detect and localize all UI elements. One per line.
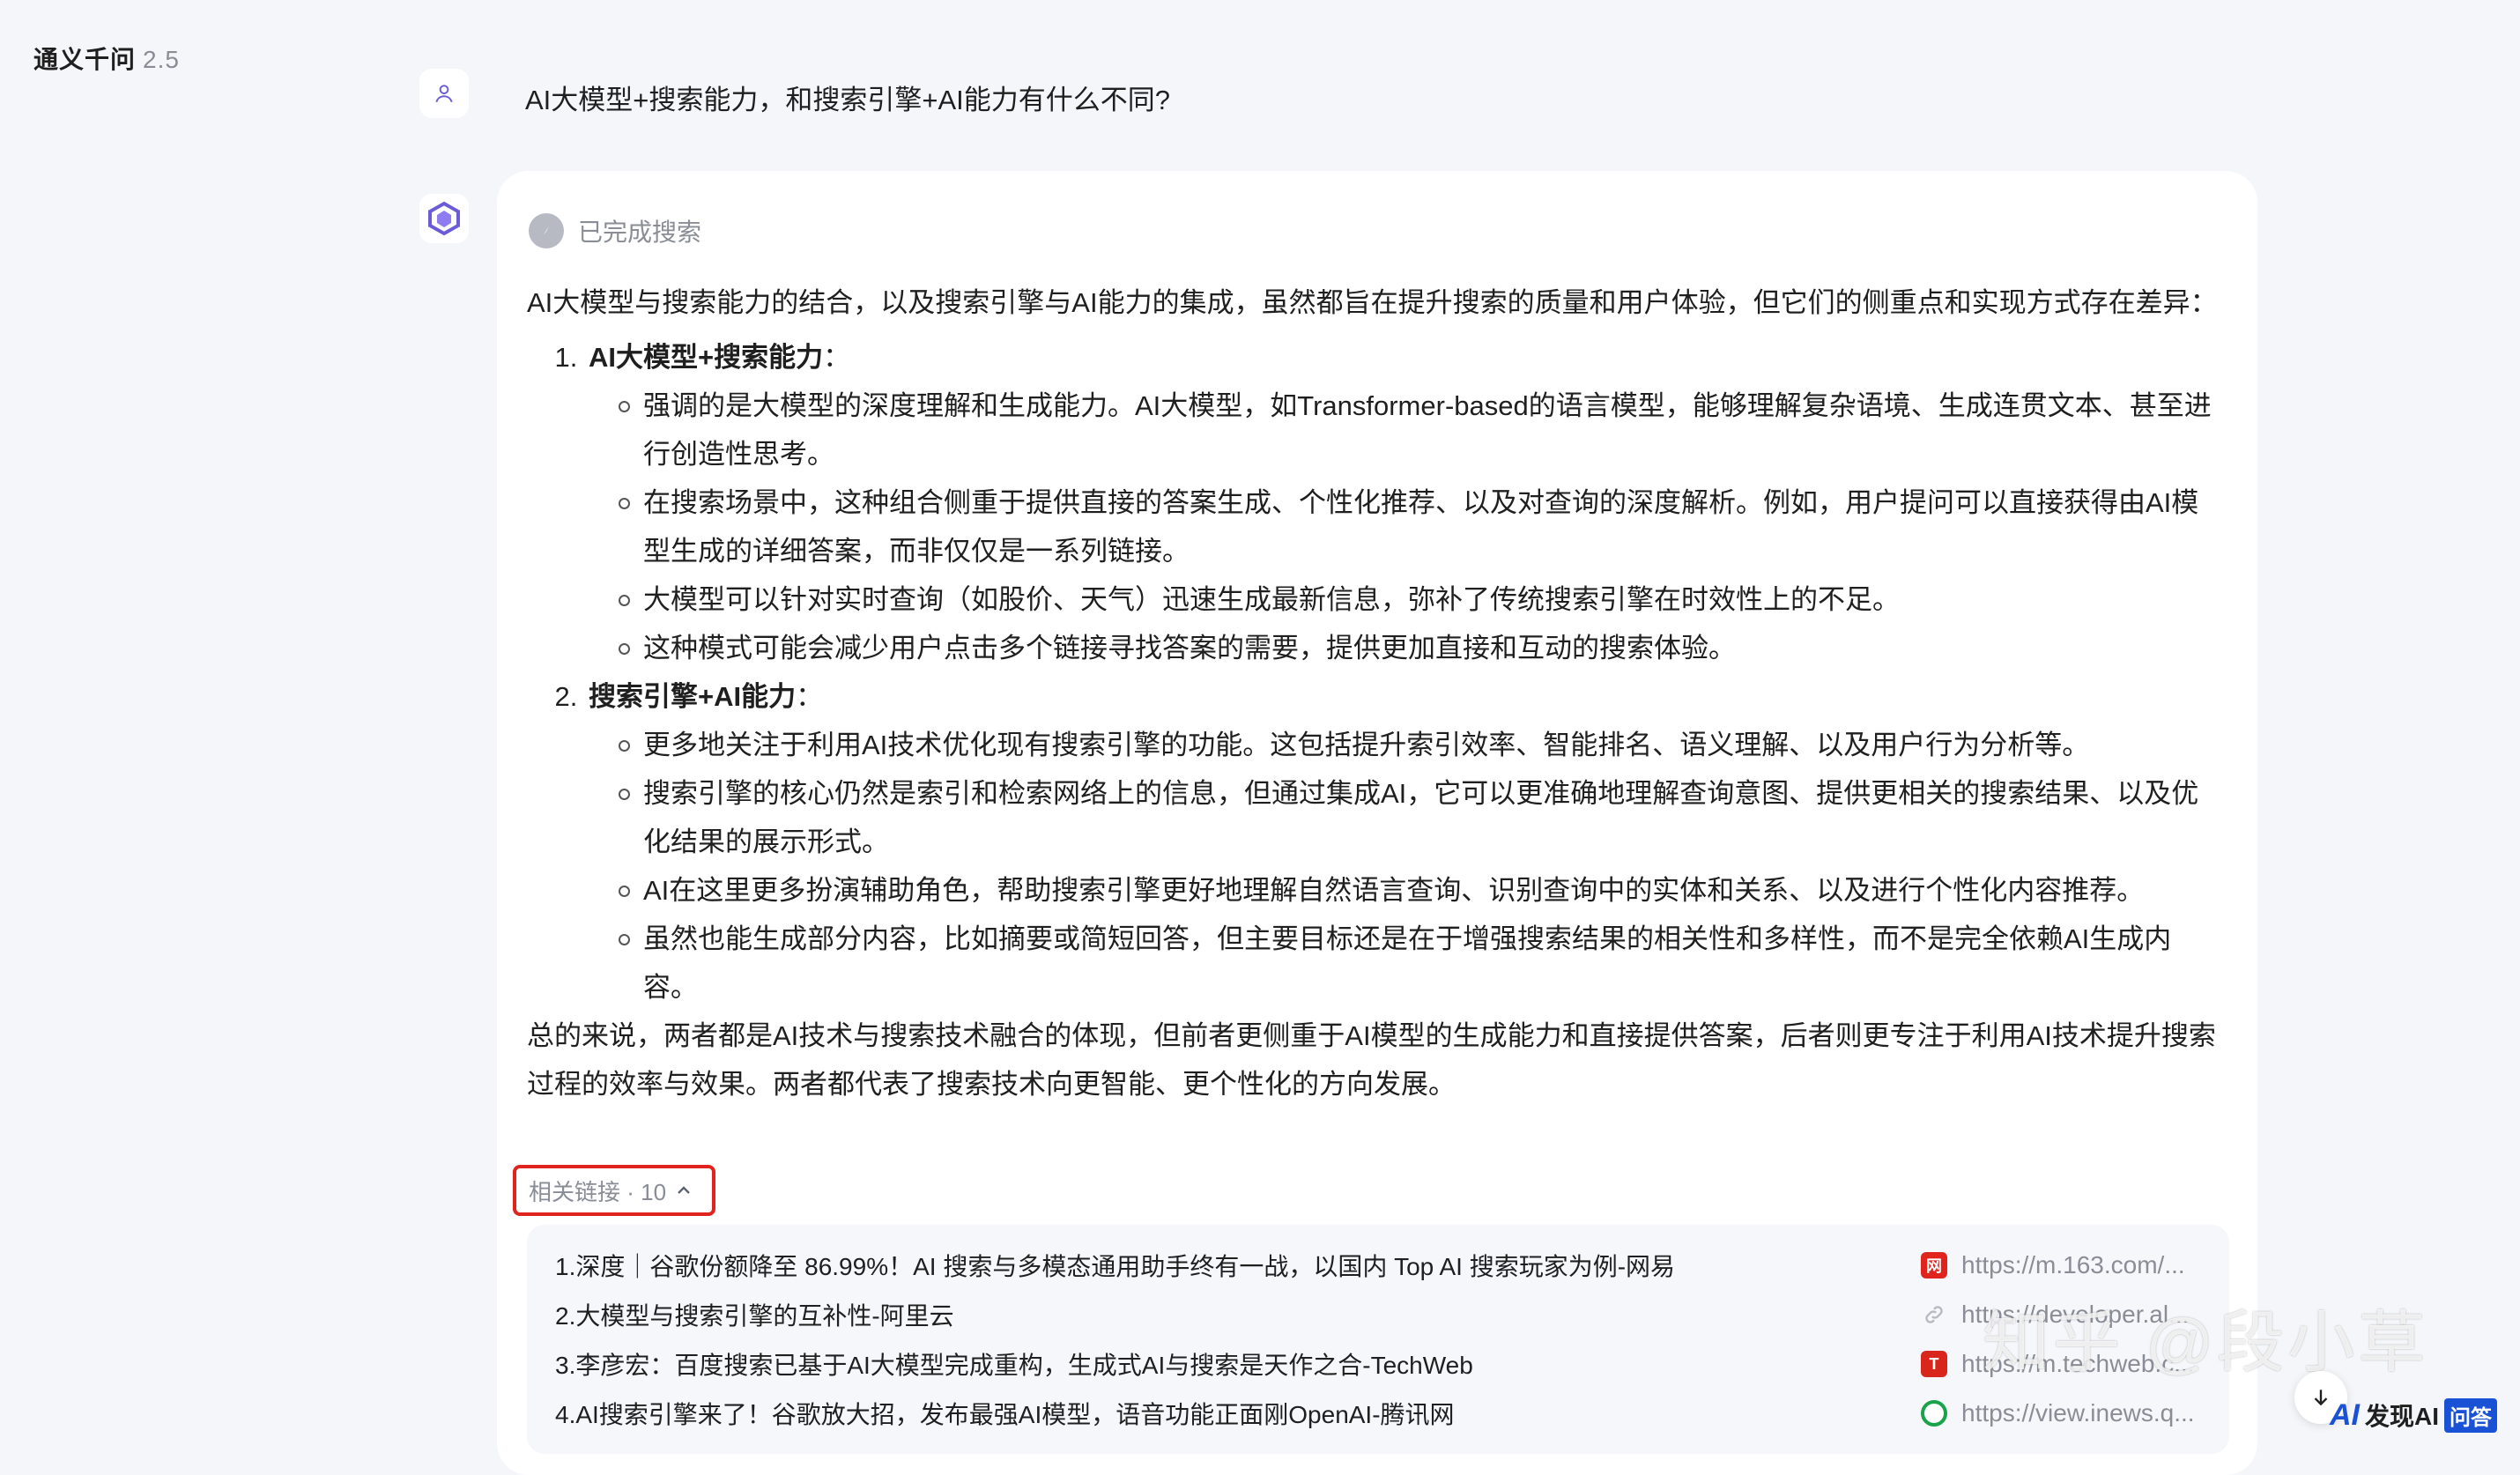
app-brand: 通义千问 2.5	[33, 41, 180, 76]
logo-tag: 问答	[2444, 1397, 2498, 1433]
section-heading: AI大模型+搜索能力	[589, 342, 824, 373]
answer-section: 搜索引擎+AI能力： 更多地关注于利用AI技术优化现有搜索引擎的功能。这包括提升…	[585, 672, 2222, 1012]
logo-text: 发现AI	[2365, 1403, 2440, 1430]
related-links-toggle[interactable]: 相关链接 · 10	[513, 1165, 715, 1216]
user-icon	[435, 85, 453, 103]
section-heading: 搜索引擎+AI能力	[589, 681, 797, 712]
bullet-item: 更多地关注于利用AI技术优化现有搜索引擎的功能。这包括提升索引效率、智能排名、语…	[619, 721, 2222, 769]
section-colon: ：	[796, 681, 824, 712]
related-link-item[interactable]: 2.大模型与搜索引擎的互补性-阿里云 https://developer.al.…	[555, 1290, 2212, 1339]
app-name: 通义千问	[33, 46, 137, 73]
related-link-title: 3.李彦宏：百度搜索已基于AI大模型完成重构，生成式AI与搜索是天作之合-Tec…	[555, 1352, 1473, 1379]
tencent-news-icon	[1921, 1400, 1947, 1427]
related-link-item[interactable]: 3.李彦宏：百度搜索已基于AI大模型完成重构，生成式AI与搜索是天作之合-Tec…	[555, 1339, 2212, 1389]
related-link-source: 网 https://m.163.com/...	[1921, 1251, 2212, 1279]
logo-ai-mark: AI	[2330, 1397, 2360, 1432]
user-avatar	[419, 69, 469, 118]
app-version: 2.5	[143, 46, 180, 73]
section-bullets: 更多地关注于利用AI技术优化现有搜索引擎的功能。这包括提升索引效率、智能排名、语…	[589, 721, 2222, 1012]
related-link-item[interactable]: 1.深度｜谷歌份额降至 86.99%！AI 搜索与多模态通用助手终有一战，以国内…	[555, 1241, 2212, 1290]
chevron-up-icon	[678, 1186, 690, 1194]
answer-intro: AI大模型与搜索能力的结合，以及搜索引擎与AI能力的集成，虽然都旨在提升搜索的质…	[527, 287, 2218, 318]
techweb-icon: T	[1921, 1351, 1947, 1377]
bullet-item: 这种模式可能会减少用户点击多个链接寻找答案的需要，提供更加直接和互动的搜索体验。	[619, 624, 2222, 672]
user-question: AI大模型+搜索能力，和搜索引擎+AI能力有什么不同?	[525, 85, 1171, 115]
related-link-url: https://view.inews.q...	[1961, 1399, 2195, 1427]
bullet-item: 虽然也能生成部分内容，比如摘要或简短回答，但主要目标还是在于增强搜索结果的相关性…	[619, 915, 2222, 1012]
link-icon	[1921, 1301, 1947, 1328]
answer-summary: 总的来说，两者都是AI技术与搜索技术融合的体现，但前者更侧重于AI模型的生成能力…	[527, 1020, 2216, 1100]
bullet-item: 在搜索场景中，这种组合侧重于提供直接的答案生成、个性化推荐、以及对查询的深度解析…	[619, 478, 2222, 575]
related-links-label: 相关链接 · 10	[529, 1178, 667, 1205]
compass-icon	[529, 213, 564, 248]
related-link-source: https://view.inews.q...	[1921, 1399, 2212, 1427]
bullet-item: 搜索引擎的核心仍然是索引和检索网络上的信息，但通过集成AI，它可以更准确地理解查…	[619, 769, 2222, 866]
search-status: 已完成搜索	[529, 213, 701, 248]
tongyi-logo-icon	[428, 201, 460, 236]
assistant-avatar	[419, 194, 469, 243]
netease-icon: 网	[1921, 1252, 1947, 1279]
answer-content: AI大模型与搜索能力的结合，以及搜索引擎与AI能力的集成，虽然都旨在提升搜索的质…	[527, 278, 2222, 1108]
answer-sections: AI大模型+搜索能力： 强调的是大模型的深度理解和生成能力。AI大模型，如Tra…	[527, 333, 2222, 1012]
related-links-panel: 1.深度｜谷歌份额降至 86.99%！AI 搜索与多模态通用助手终有一战，以国内…	[527, 1225, 2229, 1454]
watermark: 知乎 @段小草	[1983, 1306, 2429, 1381]
bullet-item: AI在这里更多扮演辅助角色，帮助搜索引擎更好地理解自然语言查询、识别查询中的实体…	[619, 866, 2222, 915]
related-link-title: 2.大模型与搜索引擎的互补性-阿里云	[555, 1302, 954, 1330]
bullet-item: 强调的是大模型的深度理解和生成能力。AI大模型，如Transformer-bas…	[619, 382, 2222, 478]
related-link-item[interactable]: 4.AI搜索引擎来了！谷歌放大招，发布最强AI模型，语音功能正面刚OpenAI-…	[555, 1389, 2212, 1438]
related-link-title: 1.深度｜谷歌份额降至 86.99%！AI 搜索与多模态通用助手终有一战，以国内…	[555, 1253, 1676, 1280]
related-link-url: https://m.163.com/...	[1961, 1251, 2185, 1279]
faxian-ai-logo: AI 发现AI 问答	[2330, 1397, 2498, 1433]
related-link-title: 4.AI搜索引擎来了！谷歌放大招，发布最强AI模型，语音功能正面刚OpenAI-…	[555, 1401, 1455, 1428]
search-status-text: 已完成搜索	[578, 219, 702, 246]
section-colon: ：	[823, 342, 851, 373]
answer-section: AI大模型+搜索能力： 强调的是大模型的深度理解和生成能力。AI大模型，如Tra…	[585, 333, 2222, 672]
bullet-item: 大模型可以针对实时查询（如股价、天气）迅速生成最新信息，弥补了传统搜索引擎在时效…	[619, 575, 2222, 624]
section-bullets: 强调的是大模型的深度理解和生成能力。AI大模型，如Transformer-bas…	[589, 382, 2222, 672]
